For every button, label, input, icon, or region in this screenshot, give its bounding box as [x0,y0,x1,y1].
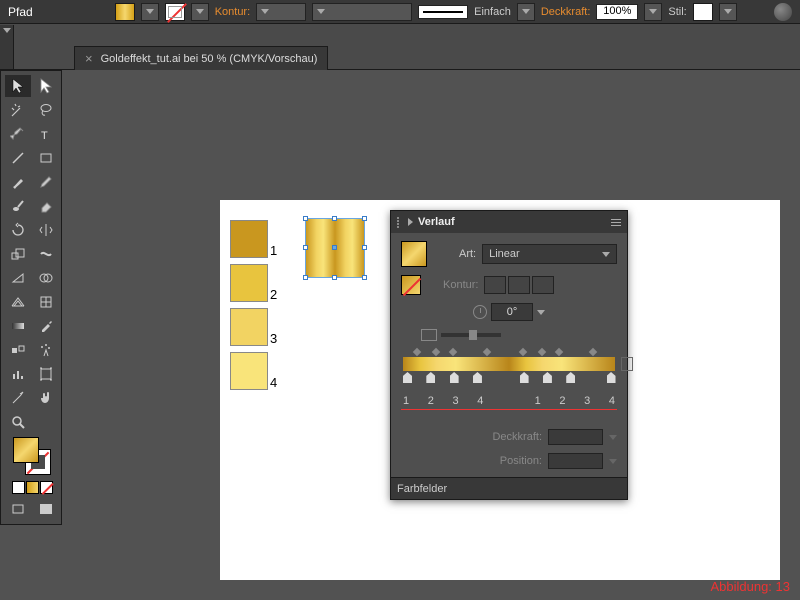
stop-opacity-field[interactable] [548,429,603,445]
screen-mode-normal[interactable] [5,498,31,520]
opacity-field[interactable]: 100% [596,4,638,20]
reflect-tool[interactable] [33,219,59,241]
blend-tool[interactable] [5,339,31,361]
figure-caption: Abbildung: 13 [710,579,790,594]
pencil-tool[interactable] [33,171,59,193]
style-swatch[interactable] [693,3,713,21]
control-bar: Pfad Kontur: Einfach Deckkraft: 100% Sti… [0,0,800,24]
opacity-label-panel: Deckkraft: [492,431,542,443]
color-mode-buttons[interactable] [12,481,53,494]
magic-wand-tool[interactable] [5,99,31,121]
brush-preview[interactable] [418,5,468,19]
rectangle-tool[interactable] [33,147,59,169]
blob-brush-tool[interactable] [5,195,31,217]
aspect-slider[interactable] [421,329,617,341]
gradient-panel: Verlauf Art: Linear Kontur: 1234 [390,210,628,500]
perspective-grid-tool[interactable] [5,291,31,313]
slice-tool[interactable] [5,387,31,409]
zoom-tool[interactable] [5,411,31,433]
stroke-width-profile[interactable] [312,3,412,21]
gradient-ramp[interactable] [403,357,615,371]
lasso-tool[interactable] [33,99,59,121]
fill-stroke-indicator[interactable] [5,435,59,477]
selected-object[interactable] [305,218,365,278]
fill-swatch[interactable] [115,3,135,21]
kontur-label-panel: Kontur: [443,279,478,291]
swatch-2[interactable] [230,264,268,302]
globe-icon[interactable] [774,3,792,21]
stroke-gradient-buttons[interactable] [484,276,554,294]
direct-selection-tool[interactable] [33,75,59,97]
brush-label: Einfach [474,6,511,18]
shape-builder-tool[interactable] [33,267,59,289]
screen-mode-toggle[interactable] [33,498,59,520]
brush-dropdown[interactable] [517,3,535,21]
eraser-tool[interactable] [33,195,59,217]
grip-icon[interactable] [397,217,399,228]
stop-position-field[interactable] [548,453,603,469]
artboard-tool[interactable] [33,363,59,385]
width-tool[interactable] [33,243,59,265]
document-title: Goldeffekt_tut.ai bei 50 % (CMYK/Vorscha… [101,53,318,65]
rotate-tool[interactable] [5,219,31,241]
close-icon[interactable]: × [85,51,93,66]
tab-bar: × Goldeffekt_tut.ai bei 50 % (CMYK/Vorsc… [0,24,800,70]
mesh-tool[interactable] [33,291,59,313]
pen-tool[interactable] [5,123,31,145]
kontur-label: Kontur: [215,6,250,18]
gradient-preview[interactable] [401,241,427,267]
position-label: Position: [500,455,542,467]
fill-indicator[interactable] [13,437,39,463]
stroke-swatch[interactable] [165,3,185,21]
selection-tool[interactable] [5,75,31,97]
type-label: Art: [459,248,476,260]
paintbrush-tool[interactable] [5,171,31,193]
column-graph-tool[interactable] [5,363,31,385]
panel-menu-icon[interactable] [611,219,621,226]
trash-icon[interactable] [621,357,633,371]
fill-dropdown[interactable] [141,3,159,21]
opacity-label: Deckkraft: [541,6,591,18]
document-tab[interactable]: × Goldeffekt_tut.ai bei 50 % (CMYK/Vorsc… [74,46,328,70]
stop-numbers: 1234 1234 [401,381,617,407]
swatches-panel-title[interactable]: Farbfelder [391,477,627,499]
swatch-1[interactable] [230,220,268,258]
style-label: Stil: [668,6,686,18]
toolbox: T [0,70,62,525]
swatch-4[interactable] [230,352,268,390]
line-tool[interactable] [5,147,31,169]
panel-title: Verlauf [418,216,455,228]
scale-tool[interactable] [5,243,31,265]
swatch-3[interactable] [230,308,268,346]
mode-label: Pfad [8,5,33,19]
style-dropdown[interactable] [719,3,737,21]
angle-input[interactable] [473,303,545,321]
gradient-type-select[interactable]: Linear [482,244,617,264]
type-tool[interactable]: T [33,123,59,145]
free-transform-tool[interactable] [5,267,31,289]
stroke-gradient-swatch[interactable] [401,275,421,295]
panel-titlebar[interactable]: Verlauf [391,211,627,233]
opacity-dropdown[interactable] [644,3,662,21]
hand-tool[interactable] [33,387,59,409]
gradient-tool[interactable] [5,315,31,337]
swatch-column: 1 2 3 4 [230,220,277,390]
symbol-sprayer-tool[interactable] [33,339,59,361]
stroke-weight[interactable] [256,3,306,21]
eyedropper-tool[interactable] [33,315,59,337]
svg-text:T: T [41,130,48,142]
tools-collapse[interactable] [0,25,14,69]
collapse-icon[interactable] [408,218,413,226]
stroke-dropdown[interactable] [191,3,209,21]
